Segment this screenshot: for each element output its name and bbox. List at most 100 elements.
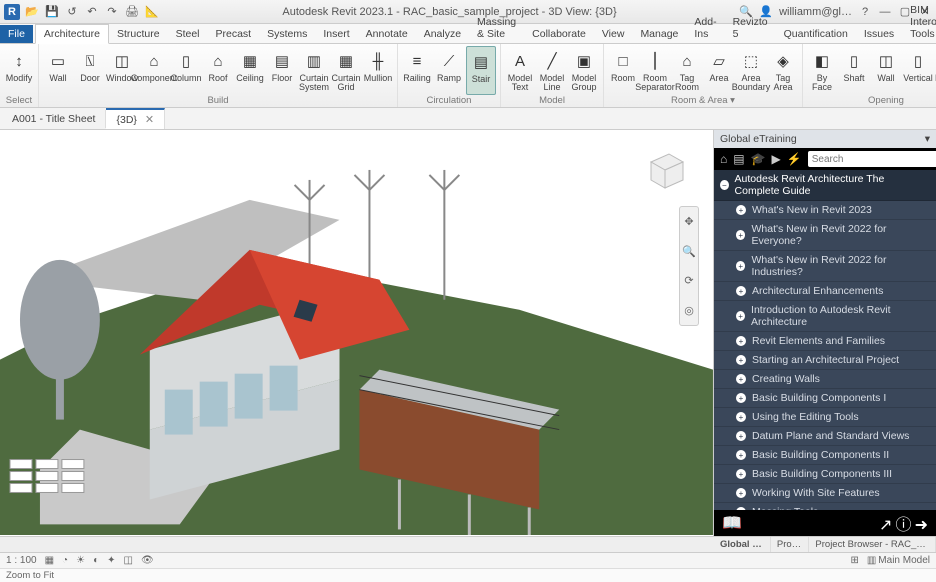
course-tree[interactable]: Autodesk Revit Architecture The Complete… xyxy=(714,170,936,510)
tab-revizto-5[interactable]: Revizto 5 xyxy=(725,13,776,43)
expand-icon[interactable] xyxy=(736,469,746,479)
panel-search-input[interactable] xyxy=(812,154,936,165)
help-icon[interactable]: ? xyxy=(858,5,872,19)
open-icon[interactable]: 📂 xyxy=(24,4,40,20)
doc-tab[interactable]: A001 - Title Sheet xyxy=(2,110,106,128)
by-face-button[interactable]: ◧By Face xyxy=(807,46,837,95)
tab-insert[interactable]: Insert xyxy=(315,25,357,43)
stair-button[interactable]: ▤Stair xyxy=(466,46,496,95)
component-button[interactable]: ⌂Component xyxy=(139,46,169,95)
ramp-button[interactable]: ⟋Ramp xyxy=(434,46,464,95)
book-icon[interactable]: 📖 xyxy=(722,513,742,533)
mullion-button[interactable]: ╫Mullion xyxy=(363,46,393,95)
tab-massing-site[interactable]: Massing & Site xyxy=(469,13,524,43)
tab-structure[interactable]: Structure xyxy=(109,25,168,43)
tab-quantification[interactable]: Quantification xyxy=(776,25,856,43)
wheel-icon[interactable]: ◎ xyxy=(684,304,694,317)
tab-architecture[interactable]: Architecture xyxy=(35,24,109,44)
panel-menu-icon[interactable]: ▾ xyxy=(925,133,930,145)
library-icon[interactable]: ▤ xyxy=(733,151,744,167)
wall-opening-button[interactable]: ◫Wall xyxy=(871,46,901,95)
model-selector[interactable]: ▥ Main Model xyxy=(867,555,930,566)
door-button[interactable]: ⍂Door xyxy=(75,46,105,95)
expand-icon[interactable] xyxy=(736,355,746,365)
tab-annotate[interactable]: Annotate xyxy=(358,25,416,43)
course-node[interactable]: Autodesk Revit Architecture The Complete… xyxy=(714,170,936,201)
shaft-button[interactable]: ▯Shaft xyxy=(839,46,869,95)
expand-icon[interactable] xyxy=(736,286,746,296)
sun-path-icon[interactable]: ☀ xyxy=(76,555,85,566)
shadows-icon[interactable]: ◐ xyxy=(93,555,99,566)
user-name[interactable]: williamm@gl… xyxy=(779,6,852,18)
course-icon[interactable]: 🎓 xyxy=(751,151,766,167)
lesson-node[interactable]: Introduction to Autodesk Revit Architect… xyxy=(714,301,936,332)
exit-icon[interactable]: ➜ xyxy=(915,517,928,534)
redo-icon[interactable]: ↷ xyxy=(104,4,120,20)
expand-icon[interactable] xyxy=(736,488,746,498)
tab-analyze[interactable]: Analyze xyxy=(416,25,469,43)
app-icon[interactable]: R xyxy=(4,4,20,20)
expand-icon[interactable] xyxy=(736,450,746,460)
lesson-node[interactable]: What's New in Revit 2023 xyxy=(714,201,936,220)
expand-icon[interactable] xyxy=(736,205,746,215)
tag-room-button[interactable]: ⌂Tag Room xyxy=(672,46,702,95)
lesson-node[interactable]: Starting an Architectural Project xyxy=(714,351,936,370)
tab-systems[interactable]: Systems xyxy=(259,25,315,43)
tab-precast[interactable]: Precast xyxy=(208,25,260,43)
tab-file[interactable]: File xyxy=(0,25,33,43)
room-button[interactable]: □Room xyxy=(608,46,638,95)
lesson-node[interactable]: Basic Building Components III xyxy=(714,465,936,484)
vertical-button[interactable]: ▯Vertical xyxy=(903,46,933,95)
lesson-node[interactable]: Revit Elements and Families xyxy=(714,332,936,351)
expand-icon[interactable] xyxy=(736,261,745,271)
expand-icon[interactable] xyxy=(736,311,745,321)
curtain-system-button[interactable]: ▥Curtain System xyxy=(299,46,329,95)
bottom-tab[interactable]: Project Browser - RAC_basic_sample_proje… xyxy=(809,537,936,552)
tab-view[interactable]: View xyxy=(594,25,633,43)
sync-icon[interactable]: ↺ xyxy=(64,4,80,20)
model-text-button[interactable]: AModel Text xyxy=(505,46,535,95)
pan-icon[interactable]: ✥ xyxy=(684,215,693,228)
video-icon[interactable]: ▶ xyxy=(772,151,781,167)
minimize-icon[interactable]: — xyxy=(878,5,892,19)
expand-icon[interactable] xyxy=(736,412,746,422)
curtain-grid-button[interactable]: ▦Curtain Grid xyxy=(331,46,361,95)
wall-button[interactable]: ▭Wall xyxy=(43,46,73,95)
bottom-tab[interactable]: Properties xyxy=(771,537,810,552)
close-tab-icon[interactable]: ✕ xyxy=(145,113,154,126)
print-icon[interactable]: 🖨 xyxy=(124,4,140,20)
info-icon[interactable]: ⓘ xyxy=(896,517,912,534)
home-icon[interactable]: ⌂ xyxy=(720,151,727,167)
zoom-icon[interactable]: 🔍 xyxy=(682,245,696,258)
worksets-icon[interactable]: ⊞ xyxy=(850,555,858,566)
viewport-3d[interactable]: ✥ 🔍 ⟳ ◎ xyxy=(0,130,714,536)
expand-icon[interactable] xyxy=(736,336,746,346)
lesson-node[interactable]: Datum Plane and Standard Views xyxy=(714,427,936,446)
navigation-bar[interactable]: ✥ 🔍 ⟳ ◎ xyxy=(679,206,699,326)
lesson-node[interactable]: What's New in Revit 2022 for Industries? xyxy=(714,251,936,282)
undo-icon[interactable]: ↶ xyxy=(84,4,100,20)
rendering-icon[interactable]: ✦ xyxy=(107,555,115,566)
tab-issues[interactable]: Issues xyxy=(856,25,902,43)
lesson-node[interactable]: Basic Building Components II xyxy=(714,446,936,465)
scale-label[interactable]: 1 : 100 xyxy=(6,555,37,566)
expand-icon[interactable] xyxy=(736,230,745,240)
crop-icon[interactable]: ◫ xyxy=(124,555,133,566)
roof-button[interactable]: ⌂Roof xyxy=(203,46,233,95)
lesson-node[interactable]: Massing Tools xyxy=(714,503,936,510)
detail-level-icon[interactable]: ▦ xyxy=(45,555,54,566)
expand-icon[interactable] xyxy=(736,431,746,441)
lesson-node[interactable]: Creating Walls xyxy=(714,370,936,389)
tab-collaborate[interactable]: Collaborate xyxy=(524,25,594,43)
measure-icon[interactable]: 📐 xyxy=(144,4,160,20)
window-button[interactable]: ◫Window xyxy=(107,46,137,95)
lesson-node[interactable]: Architectural Enhancements xyxy=(714,282,936,301)
tab-bim-interoperability-tools[interactable]: BIM Interoperability Tools xyxy=(902,1,936,43)
orbit-icon[interactable]: ⟳ xyxy=(684,274,693,287)
model-group-button[interactable]: ▣Model Group xyxy=(569,46,599,95)
tab-add-ins[interactable]: Add-Ins xyxy=(686,13,724,43)
expand-icon[interactable] xyxy=(736,374,746,384)
area-button[interactable]: ▱Area xyxy=(704,46,734,95)
save-icon[interactable]: 💾 xyxy=(44,4,60,20)
model-line-button[interactable]: ╱Model Line xyxy=(537,46,567,95)
